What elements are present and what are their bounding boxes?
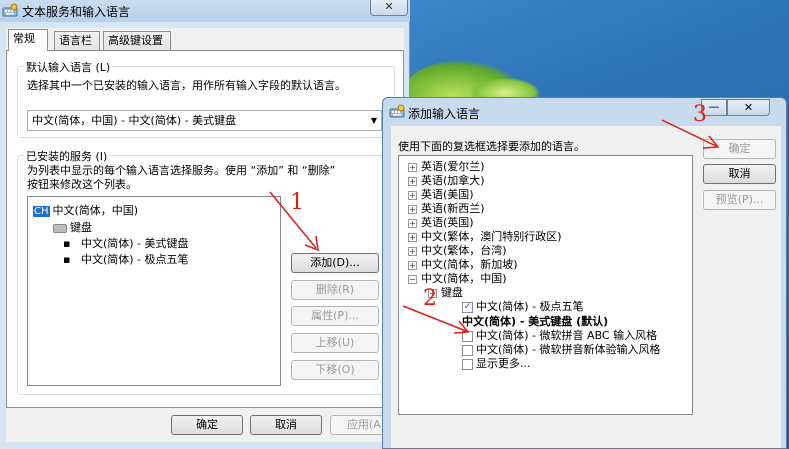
annotation-step-3: 3 bbox=[693, 102, 707, 127]
tab-general[interactable]: 常规 bbox=[8, 29, 48, 51]
annotation-step-2: 2 bbox=[423, 286, 437, 311]
annotation-arrow-3 bbox=[661, 119, 717, 147]
annotation-step-1: 1 bbox=[290, 190, 304, 215]
annotation-overlay bbox=[269, 119, 720, 334]
